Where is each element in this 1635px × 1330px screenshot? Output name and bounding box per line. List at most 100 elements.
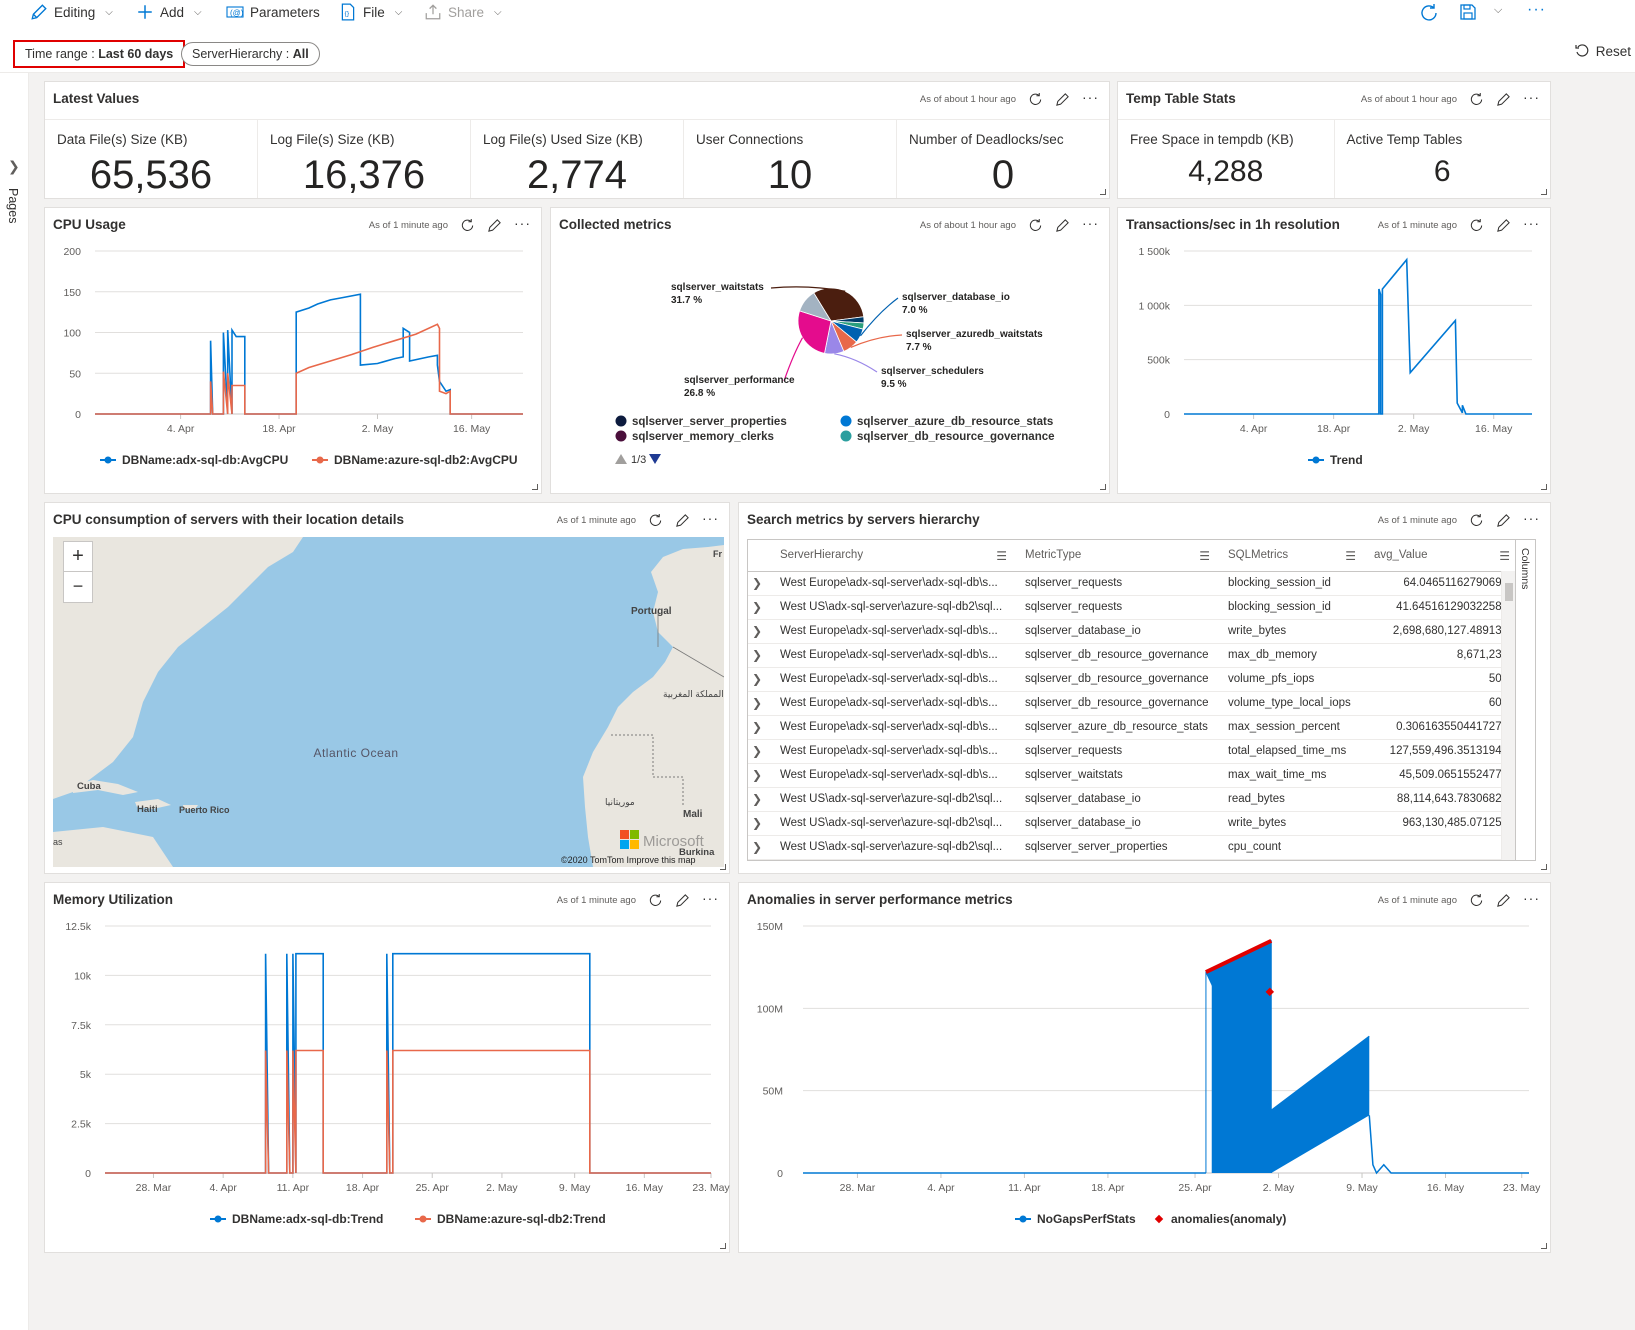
pages-rail[interactable]: ❯ Pages	[0, 73, 29, 1330]
edit-icon[interactable]	[1496, 92, 1511, 107]
table-row[interactable]: ❯ West US\adx-sql-server\azure-sql-db2\sq…	[748, 835, 1520, 860]
table-row[interactable]: ❯ West US\adx-sql-server\azure-sql-db2\sq…	[748, 787, 1520, 812]
row-expand-chevron-icon[interactable]: ❯	[748, 739, 772, 764]
y-tick-label: 0	[777, 1168, 783, 1180]
series-line	[105, 1049, 711, 1174]
table-row[interactable]: ❯ West US\adx-sql-server\azure-sql-db2\sq…	[748, 811, 1520, 836]
refresh-icon[interactable]	[648, 513, 663, 528]
parameters-icon: (@)	[226, 6, 244, 18]
save-options-chevron-icon[interactable]: ⌵	[1494, 4, 1502, 17]
more-options-icon[interactable]: ···	[1527, 1, 1546, 19]
reset-button[interactable]: Reset	[1574, 43, 1631, 59]
row-expand-chevron-icon[interactable]: ❯	[748, 619, 772, 644]
resize-handle[interactable]	[1541, 864, 1547, 870]
scroll-thumb[interactable]	[1505, 583, 1513, 601]
edit-icon[interactable]	[1055, 92, 1070, 107]
resize-handle[interactable]	[1100, 189, 1106, 195]
column-header-serverhierarchy[interactable]: ServerHierarchy ☰	[772, 540, 1017, 572]
row-expand-chevron-icon[interactable]: ❯	[748, 763, 772, 788]
row-expand-chevron-icon[interactable]: ❯	[748, 571, 772, 596]
table-row[interactable]: ❯ West Europe\adx-sql-server\adx-sql-db\s…	[748, 619, 1520, 644]
row-expand-chevron-icon[interactable]: ❯	[748, 811, 772, 836]
refresh-icon[interactable]	[1028, 92, 1043, 107]
column-menu-icon[interactable]: ☰	[1345, 549, 1356, 563]
x-tick-label: 23. May	[1503, 1182, 1541, 1194]
column-header-metrictype[interactable]: MetricType ☰	[1017, 540, 1220, 572]
refresh-icon[interactable]	[1469, 92, 1484, 107]
table-row[interactable]: ❯ West Europe\adx-sql-server\adx-sql-db\s…	[748, 667, 1520, 692]
refresh-icon[interactable]	[1419, 3, 1439, 23]
x-tick-label: 16. May	[1427, 1182, 1465, 1194]
table-row[interactable]: ❯ West US\adx-sql-server\azure-sql-db2\sq…	[748, 595, 1520, 620]
table-row[interactable]: ❯ West Europe\adx-sql-server\adx-sql-db\s…	[748, 691, 1520, 716]
resize-handle[interactable]	[1541, 484, 1547, 490]
share-button[interactable]: Share ⌵	[424, 3, 502, 21]
kpi-row: Data File(s) Size (KB) 65,536 Log File(s)…	[45, 119, 1109, 198]
resize-handle[interactable]	[532, 484, 538, 490]
pie-slice-label: sqlserver_waitstats	[671, 282, 764, 293]
columns-panel-tab[interactable]: Columns	[1515, 540, 1535, 860]
edit-icon[interactable]	[675, 513, 690, 528]
table-row[interactable]: ❯ West Europe\adx-sql-server\adx-sql-db\s…	[748, 739, 1520, 764]
kpi-free-space-tempdb: Free Space in tempdb (KB) 4,288	[1118, 119, 1335, 198]
table-row[interactable]: ❯ West Europe\adx-sql-server\adx-sql-db\s…	[748, 571, 1520, 596]
kpi-label: Log File(s) Used Size (KB)	[483, 132, 643, 147]
row-expand-chevron-icon[interactable]: ❯	[748, 691, 772, 716]
column-menu-icon[interactable]: ☰	[996, 549, 1007, 563]
row-expand-chevron-icon[interactable]: ❯	[748, 643, 772, 668]
x-tick-label: 2. May	[362, 423, 394, 435]
table-cell: West Europe\adx-sql-server\adx-sql-db\s.…	[772, 643, 1017, 668]
edit-icon[interactable]	[1496, 513, 1511, 528]
vertical-scrollbar[interactable]	[1501, 571, 1515, 860]
more-options-icon[interactable]: ···	[1523, 510, 1540, 526]
parameters-button[interactable]: (@) Parameters	[226, 3, 320, 21]
table-row[interactable]: ❯ West Europe\adx-sql-server\adx-sql-db\s…	[748, 715, 1520, 740]
map-attribution[interactable]: ©2020 TomTom Improve this map	[561, 855, 696, 865]
editing-label: Editing	[54, 4, 96, 20]
save-icon[interactable]	[1459, 3, 1477, 21]
time-range-parameter[interactable]: Time range : Last 60 days	[13, 40, 186, 68]
cpu-map-tile: CPU consumption of servers with their lo…	[44, 502, 730, 874]
zoom-out-button[interactable]: −	[64, 572, 92, 602]
more-options-icon[interactable]: ···	[1523, 89, 1540, 105]
add-button[interactable]: Add ⌵	[136, 3, 202, 21]
legend-marker	[840, 415, 852, 427]
resize-handle[interactable]	[1541, 1243, 1547, 1249]
x-tick-label: 18. Apr	[1091, 1182, 1125, 1194]
resize-handle[interactable]	[1541, 189, 1547, 195]
row-expand-chevron-icon[interactable]: ❯	[748, 595, 772, 620]
map-canvas[interactable]: Atlantic Ocean Portugal المملكة المغربية…	[53, 537, 724, 867]
chevron-right-icon[interactable]: ❯	[8, 158, 20, 175]
row-expand-chevron-icon[interactable]: ❯	[748, 667, 772, 692]
row-expand-chevron-icon[interactable]: ❯	[748, 835, 772, 860]
table-cell: sqlserver_database_io	[1017, 619, 1220, 644]
tile-meta: As of about 1 hour ago ···	[1361, 89, 1540, 107]
resize-handle[interactable]	[720, 864, 726, 870]
refresh-icon[interactable]	[1469, 513, 1484, 528]
column-menu-icon[interactable]: ☰	[1499, 549, 1510, 563]
table-row[interactable]: ❯ West Europe\adx-sql-server\adx-sql-db\s…	[748, 643, 1520, 668]
column-header-sqlmetrics[interactable]: SQLMetrics ☰	[1220, 540, 1366, 572]
table-row[interactable]: ❯ West Europe\adx-sql-server\adx-sql-db\s…	[748, 763, 1520, 788]
map-label-puerto-rico: Puerto Rico	[179, 805, 230, 815]
series-line	[1368, 1115, 1529, 1175]
x-tick-label: 9. May	[559, 1182, 591, 1194]
table-cell: max_db_memory	[1220, 643, 1366, 668]
column-menu-icon[interactable]: ☰	[1199, 549, 1210, 563]
table-cell: sqlserver_azure_db_resource_stats	[1017, 715, 1220, 740]
reset-icon	[1575, 44, 1589, 57]
server-hierarchy-parameter[interactable]: ServerHierarchy : All	[181, 42, 320, 66]
legend-marker	[104, 456, 112, 464]
column-header-avg-value[interactable]: avg_Value ☰	[1366, 540, 1520, 572]
editing-button[interactable]: Editing ⌵	[30, 3, 113, 21]
more-options-icon[interactable]: ···	[1082, 89, 1099, 105]
more-options-icon[interactable]: ···	[702, 510, 719, 526]
resize-handle[interactable]	[1100, 484, 1106, 490]
file-button[interactable]: {} File ⌵	[339, 3, 402, 21]
tile-title: Temp Table Stats	[1126, 91, 1236, 106]
row-expand-chevron-icon[interactable]: ❯	[748, 787, 772, 812]
zoom-in-button[interactable]: +	[64, 542, 92, 572]
table-cell: sqlserver_database_io	[1017, 811, 1220, 836]
resize-handle[interactable]	[720, 1243, 726, 1249]
row-expand-chevron-icon[interactable]: ❯	[748, 715, 772, 740]
